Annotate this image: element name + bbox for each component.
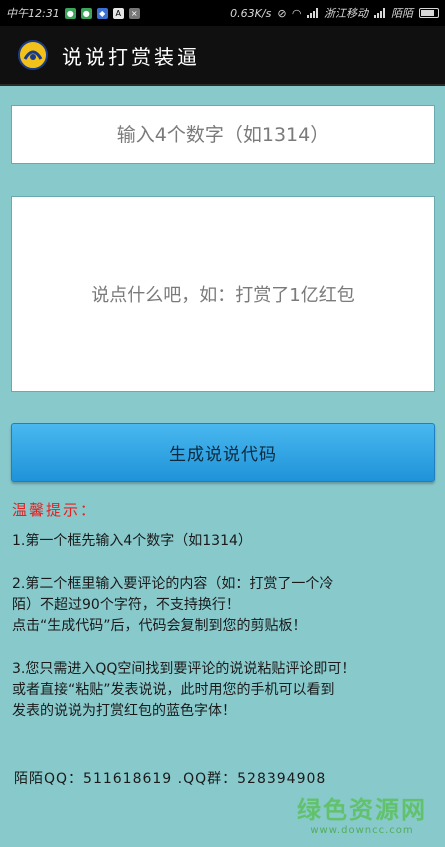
app-notification-icon: ● [80, 7, 92, 19]
carrier-1: 浙江移动 [324, 7, 368, 20]
mute-icon: ⊘ [277, 6, 287, 20]
watermark: 绿色资源网 www.downcc.com [297, 790, 427, 836]
tip-line: 2.第二个框里输入要评论的内容（如：打赏了一个冷 [12, 576, 334, 592]
battery-icon [419, 8, 439, 18]
tips-title: 温馨提示： [12, 501, 98, 519]
tip-line: 或者直接“粘贴”发表说说，此时用您的手机可以看到 [12, 682, 335, 698]
tip-line: 点击“生成代码”后，代码会复制到您的剪贴板！ [12, 618, 307, 634]
tip-item: 3.您只需进入QQ空间找到要评论的说说粘贴评论即可！ 或者直接“粘贴”发表说说，… [12, 659, 432, 722]
page-title: 说说打赏装逼 [62, 44, 200, 69]
status-bar: 中午12:31 ● ● ◆ A × 0.63K/s ⊘ ◠ 浙江移动 陌陌 [0, 0, 445, 26]
generate-code-button[interactable]: 生成说说代码 [11, 423, 435, 482]
wechat-icon: ● [64, 7, 76, 19]
a-notification-icon: A [112, 7, 124, 19]
app-logo-icon [18, 40, 48, 70]
tip-item: 1.第一个框先输入4个数字（如1314） [12, 531, 432, 552]
title-bar: 说说打赏装逼 [0, 26, 445, 86]
comment-input[interactable] [11, 196, 435, 392]
watermark-url: www.downcc.com [310, 825, 414, 836]
net-speed: 0.63K/s [230, 6, 272, 20]
wifi-icon: ◠ [292, 6, 301, 20]
signal-icon [307, 8, 318, 18]
number-input[interactable] [11, 105, 435, 164]
shield-notification-icon: ◆ [96, 7, 108, 19]
status-time: 中午12:31 [6, 7, 60, 20]
close-notification-icon: × [128, 7, 140, 19]
tip-line: 3.您只需进入QQ空间找到要评论的说说粘贴评论即可！ [12, 661, 356, 677]
tip-line: 陌）不超过90个字符，不支持换行！ [12, 597, 240, 613]
signal-2-icon [374, 8, 385, 18]
contact-info: 陌陌QQ：511618619 .QQ群：528394908 [14, 771, 327, 787]
tips-section: 温馨提示： 1.第一个框先输入4个数字（如1314） 2.第二个框里输入要评论的… [12, 500, 432, 744]
tip-line: 发表的说说为打赏红包的蓝色字体！ [12, 703, 236, 719]
tip-item: 2.第二个框里输入要评论的内容（如：打赏了一个冷 陌）不超过90个字符，不支持换… [12, 574, 432, 637]
watermark-title: 绿色资源网 [297, 796, 427, 824]
carrier-2: 陌陌 [391, 7, 413, 20]
tip-line: 1.第一个框先输入4个数字（如1314） [12, 533, 252, 549]
